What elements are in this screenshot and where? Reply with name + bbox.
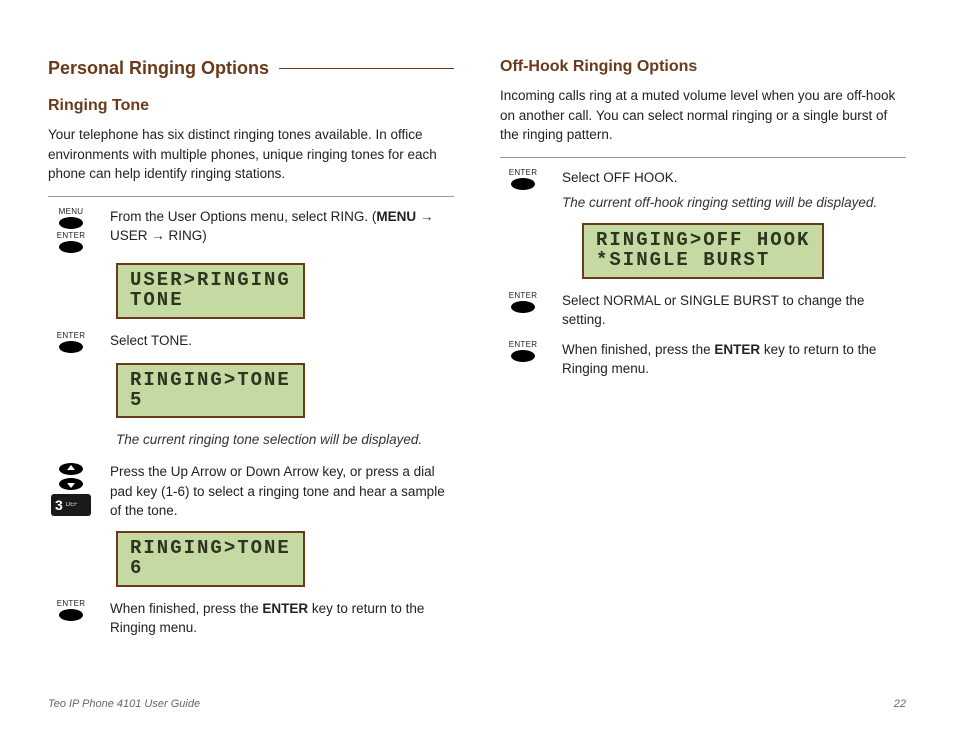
enter-button-icon: ENTER — [509, 168, 538, 190]
left-column: Personal Ringing Options Ringing Tone Yo… — [48, 58, 454, 648]
step-text: From the User Options menu, select RING.… — [110, 207, 454, 246]
page-content: Personal Ringing Options Ringing Tone Yo… — [0, 0, 954, 688]
step-icons: ENTER — [500, 291, 546, 313]
down-arrow-icon — [59, 477, 83, 490]
enter-button-icon: ENTER — [509, 291, 538, 313]
intro-paragraph: Your telephone has six distinct ringing … — [48, 125, 454, 184]
lcd-display: USER>RINGING TONE — [116, 263, 305, 319]
step-row: ENTER When finished, press the ENTER key… — [48, 599, 454, 638]
note-text: The current off-hook ringing setting wil… — [562, 193, 906, 213]
lcd-screen: RINGING>TONE 5 — [116, 363, 454, 419]
enter-button-icon: ENTER — [509, 340, 538, 362]
right-column: Off-Hook Ringing Options Incoming calls … — [500, 58, 906, 648]
menu-button-icon: MENU — [59, 207, 84, 229]
divider — [48, 196, 454, 197]
step-icons: ENTER — [48, 331, 94, 353]
step-text: Press the Up Arrow or Down Arrow key, or… — [110, 462, 454, 521]
step-row: ENTER Select TONE. — [48, 331, 454, 353]
step-row: ENTER Select OFF HOOK. The current off-h… — [500, 168, 906, 213]
step-icons: ENTER — [500, 168, 546, 190]
lcd-screen: RINGING>OFF HOOK *SINGLE BURST — [582, 223, 906, 279]
step-text: Select OFF HOOK. The current off-hook ri… — [562, 168, 906, 213]
step-row: ENTER Select NORMAL or SINGLE BURST to c… — [500, 291, 906, 330]
step-row: 3 DEF Press the Up Arrow or Down Arrow k… — [48, 462, 454, 521]
subsection-title: Off-Hook Ringing Options — [500, 58, 906, 76]
lcd-display: RINGING>OFF HOOK *SINGLE BURST — [582, 223, 824, 279]
step-text: Select NORMAL or SINGLE BURST to change … — [562, 291, 906, 330]
step-icons: ENTER — [500, 340, 546, 362]
step-text: When finished, press the ENTER key to re… — [110, 599, 454, 638]
step-icons: ENTER — [48, 599, 94, 621]
step-icons: MENU ENTER — [48, 207, 94, 253]
dialpad-key-icon: 3 DEF — [51, 494, 91, 516]
up-arrow-icon — [59, 462, 83, 475]
enter-button-icon: ENTER — [57, 331, 86, 353]
lcd-display: RINGING>TONE 6 — [116, 531, 305, 587]
intro-paragraph: Incoming calls ring at a muted volume le… — [500, 86, 906, 145]
footer-title: Teo IP Phone 4101 User Guide — [48, 698, 200, 710]
subsection-title: Ringing Tone — [48, 97, 454, 115]
divider — [500, 157, 906, 158]
note-text: The current ringing tone selection will … — [116, 430, 454, 450]
enter-button-icon: ENTER — [57, 599, 86, 621]
footer-page-number: 22 — [894, 698, 906, 710]
section-title: Personal Ringing Options — [48, 58, 454, 79]
step-icons: 3 DEF — [48, 462, 94, 516]
section-title-text: Personal Ringing Options — [48, 58, 269, 79]
page-footer: Teo IP Phone 4101 User Guide 22 — [48, 698, 906, 710]
step-row: ENTER When finished, press the ENTER key… — [500, 340, 906, 379]
lcd-display: RINGING>TONE 5 — [116, 363, 305, 419]
lcd-screen: RINGING>TONE 6 — [116, 531, 454, 587]
enter-button-icon: ENTER — [57, 231, 86, 253]
lcd-screen: USER>RINGING TONE — [116, 263, 454, 319]
step-text: When finished, press the ENTER key to re… — [562, 340, 906, 379]
step-row: MENU ENTER From the User Options menu, s… — [48, 207, 454, 253]
step-text: Select TONE. — [110, 331, 454, 351]
